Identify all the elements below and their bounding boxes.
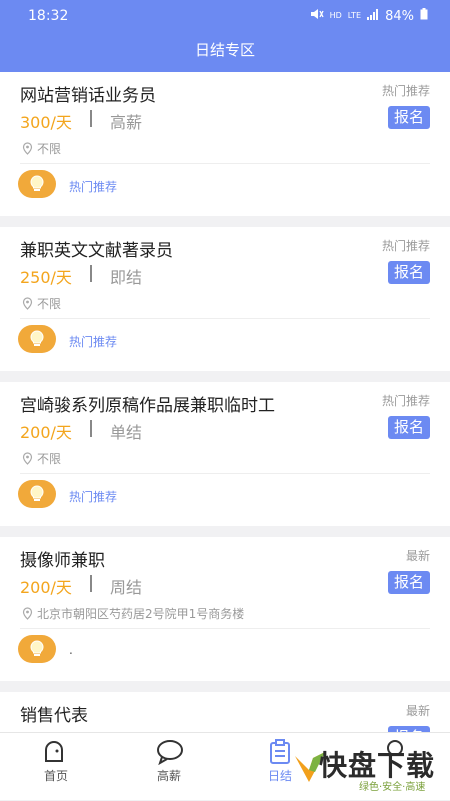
chat-icon [157,740,183,765]
job-location: 不限 [22,140,61,157]
page-header: 日结专区 [0,32,450,72]
tab-high-salary[interactable]: 高薪 [124,733,214,801]
job-card[interactable]: 摄像师兼职 最新 200/天 周结 报名 北京市朝阳区芍药居2号院甲1号商务楼 … [0,537,450,681]
job-benefit: 单结 [110,423,143,442]
tab-label: 首页 [43,769,68,783]
lightbulb-icon [18,480,56,508]
job-tag: 最新 [405,704,430,718]
job-salary: 250/天 [20,268,72,287]
divider [20,318,430,319]
apply-button[interactable]: 报名 [388,571,430,594]
recommend-label: . [69,643,73,657]
divider [20,473,430,474]
lightbulb-icon [18,170,56,198]
job-location: 北京市朝阳区芍药居2号院甲1号商务楼 [22,605,244,622]
lightbulb-icon [18,635,56,663]
job-card[interactable]: 兼职英文文献著录员 热门推荐 250/天 即结 报名 不限 热门推荐 [0,227,450,371]
job-list[interactable]: 网站营销话业务员 热门推荐 300/天 高薪 报名 不限 热门推荐 兼职英文文献… [0,72,450,732]
job-tag: 热门推荐 [381,84,430,98]
tab-home[interactable]: 首页 [11,733,101,801]
job-location: 不限 [22,295,61,312]
job-title: 宫崎骏系列原稿作品展兼职临时工 [20,396,275,416]
divider [90,420,92,437]
status-bar: 18:32 HD LTE 84% [0,0,450,32]
location-pin-icon [22,452,33,465]
battery-icon [420,8,428,24]
job-salary: 200/天 [20,423,72,442]
home-icon [45,741,63,762]
hd-indicator: HD [329,11,342,20]
job-card[interactable]: 网站营销话业务员 热门推荐 300/天 高薪 报名 不限 热门推荐 [0,72,450,216]
job-location: 不限 [22,450,61,467]
battery-percent: 84% [385,8,414,24]
job-tag: 热门推荐 [381,239,430,253]
job-location-text: 北京市朝阳区芍药居2号院甲1号商务楼 [37,607,245,621]
job-card[interactable]: 宫崎骏系列原稿作品展兼职临时工 热门推荐 200/天 单结 报名 不限 热门推荐 [0,382,450,526]
job-tag: 热门推荐 [381,394,430,408]
apply-button[interactable]: 报名 [388,261,430,284]
recommend-label: 热门推荐 [69,335,118,349]
apply-button[interactable]: 报名 [388,106,430,129]
location-pin-icon [22,607,33,620]
lte-indicator: LTE [347,11,362,20]
job-location-text: 不限 [37,142,62,156]
location-pin-icon [22,297,33,310]
apply-button[interactable]: 报名 [388,416,430,439]
signal-icon [367,8,379,24]
job-salary: 300/天 [20,113,72,132]
divider [20,628,430,629]
recommend-label: 热门推荐 [69,490,118,504]
job-tag: 最新 [405,549,430,563]
job-title: 网站营销话业务员 [20,86,156,106]
job-card[interactable]: 销售代表 最新 报名 [0,692,450,732]
job-benefit: 即结 [110,268,143,287]
lightbulb-icon [18,325,56,353]
divider [90,575,92,592]
divider [90,110,92,127]
divider [20,163,430,164]
job-location-text: 不限 [37,297,62,311]
divider [90,265,92,282]
job-title: 兼职英文文献著录员 [20,241,173,261]
job-title: 摄像师兼职 [20,551,105,571]
status-icons: HD LTE 84% [310,8,428,24]
page-title: 日结专区 [194,41,255,59]
watermark-logo: 快盘下载 绿色·安全·高速 [285,744,445,794]
mute-icon [310,8,324,24]
location-pin-icon [22,142,33,155]
job-location-text: 不限 [37,452,62,466]
job-title: 销售代表 [20,706,88,726]
job-benefit: 周结 [110,578,143,597]
job-benefit: 高薪 [110,113,143,132]
watermark-slogan: 绿色·安全·高速 [359,782,426,793]
tab-label: 高薪 [156,769,181,783]
status-time: 18:32 [28,8,69,24]
job-salary: 200/天 [20,578,72,597]
recommend-label: 热门推荐 [69,180,118,194]
